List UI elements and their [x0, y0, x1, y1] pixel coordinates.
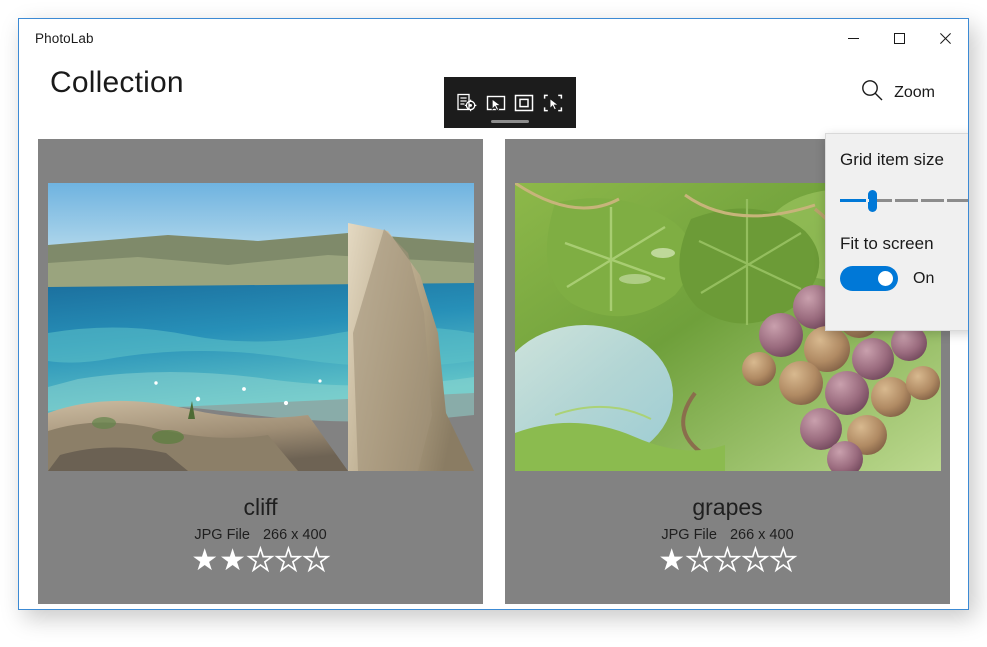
photo-file-type: JPG File	[194, 527, 250, 544]
photo-subtitle: JPG File 266 x 400	[194, 527, 326, 543]
maximize-button[interactable]	[876, 19, 922, 57]
zoom-command-label: Zoom	[894, 83, 935, 101]
slider-tick	[892, 199, 895, 202]
app-title: PhotoLab	[35, 30, 94, 46]
grid-item-size-slider[interactable]	[840, 190, 968, 212]
fit-to-screen-label: Fit to screen	[840, 234, 934, 253]
photo-subtitle: JPG File 266 x 400	[661, 527, 793, 543]
star-empty-icon[interactable]: ★	[685, 545, 714, 577]
star-filled-icon[interactable]: ★	[658, 546, 685, 576]
capture-settings-icon[interactable]	[454, 90, 480, 116]
star-empty-icon[interactable]: ★	[274, 545, 303, 577]
minimize-icon	[847, 33, 859, 44]
slider-tick	[918, 199, 921, 202]
photo-grid[interactable]: cliff JPG File 266 x 400 ★ ★ ★ ★ ★ grape…	[38, 139, 951, 609]
fit-to-screen-toggle[interactable]	[840, 266, 898, 291]
select-element-icon[interactable]	[540, 90, 566, 116]
photo-card-cliff[interactable]: cliff JPG File 266 x 400 ★ ★ ★ ★ ★	[38, 139, 483, 604]
screen-root: PhotoLab Collection Zoom cliff JPG File …	[0, 0, 987, 647]
slider-thumb[interactable]	[868, 190, 877, 212]
maximize-icon	[893, 32, 905, 44]
page-title: Collection	[50, 66, 184, 99]
slider-tick	[866, 199, 869, 202]
select-window-icon[interactable]	[483, 90, 509, 116]
star-empty-icon[interactable]: ★	[741, 545, 770, 577]
toolbar-drag-handle[interactable]	[491, 120, 529, 123]
grid-item-size-label: Grid item size	[840, 150, 944, 169]
photo-rating[interactable]: ★ ★ ★ ★ ★	[191, 545, 331, 577]
grid-row: cliff JPG File 266 x 400 ★ ★ ★ ★ ★ grape…	[38, 139, 951, 604]
star-filled-icon[interactable]: ★	[191, 546, 218, 576]
fit-to-screen-row: On	[840, 266, 968, 291]
star-filled-icon[interactable]: ★	[219, 546, 246, 576]
close-button[interactable]	[922, 19, 968, 57]
photo-dimensions: 266 x 400	[729, 527, 794, 544]
zoom-flyout-panel: Grid item size Fit to screen On	[825, 133, 968, 331]
minimize-button[interactable]	[830, 19, 876, 57]
photo-meta-grapes: grapes JPG File 266 x 400 ★ ★ ★ ★ ★	[658, 494, 798, 577]
photo-meta-cliff: cliff JPG File 266 x 400 ★ ★ ★ ★ ★	[191, 494, 331, 577]
zoom-command-button[interactable]: Zoom	[854, 74, 941, 111]
photo-name: grapes	[692, 494, 763, 520]
caption-button-group	[830, 19, 968, 57]
slider-tick	[944, 199, 947, 202]
photo-thumbnail-cliff	[47, 183, 474, 471]
title-bar: PhotoLab	[19, 19, 968, 57]
photo-dimensions: 266 x 400	[262, 527, 327, 544]
toggle-knob	[878, 271, 893, 286]
star-empty-icon[interactable]: ★	[302, 545, 331, 577]
star-empty-icon[interactable]: ★	[769, 545, 798, 577]
star-empty-icon[interactable]: ★	[713, 545, 742, 577]
fit-to-screen-state: On	[913, 269, 935, 287]
app-window: PhotoLab Collection Zoom cliff JPG File …	[18, 18, 969, 610]
photo-rating[interactable]: ★ ★ ★ ★ ★	[658, 545, 798, 577]
star-empty-icon[interactable]: ★	[246, 545, 275, 577]
close-icon	[939, 32, 951, 44]
select-region-icon[interactable]	[511, 90, 537, 116]
photo-file-type: JPG File	[661, 527, 717, 544]
photo-name: cliff	[243, 494, 278, 520]
search-icon	[860, 78, 884, 107]
